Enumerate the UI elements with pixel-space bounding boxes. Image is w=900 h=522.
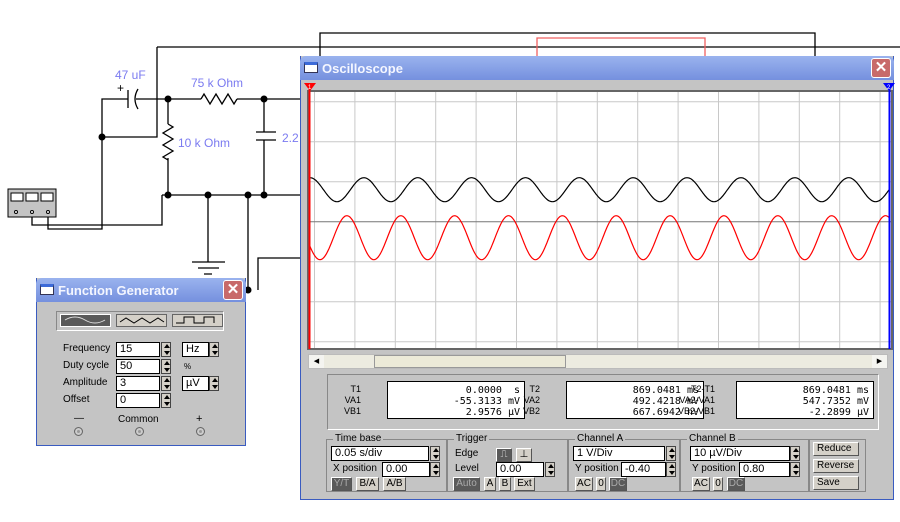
- reverse-button[interactable]: Reverse: [813, 459, 859, 473]
- square-wave-button: [172, 314, 223, 327]
- close-button[interactable]: ✕: [871, 58, 891, 78]
- readout-c3-labels: T2-T1 VA2-VA1 VB2-VB1: [675, 384, 715, 417]
- readout-value: 547.7352 mV: [802, 396, 869, 407]
- common-terminal-label: Common: [118, 414, 159, 425]
- common-terminal[interactable]: [135, 427, 144, 436]
- channel-b-dc-button[interactable]: DC: [727, 477, 745, 491]
- save-button[interactable]: Save: [813, 476, 859, 490]
- readout-label: VA1: [344, 395, 361, 405]
- channel-b-scale-spinner[interactable]: [790, 446, 800, 461]
- trigger-a-button[interactable]: A: [484, 477, 496, 491]
- duty-cycle-label: Duty cycle: [63, 360, 110, 371]
- amplitude-field[interactable]: 3: [116, 376, 160, 391]
- falling-edge-button[interactable]: ⊥: [516, 448, 532, 462]
- readout-value: 869.0481 ms: [802, 385, 869, 396]
- amplitude-label: Amplitude: [63, 377, 108, 388]
- channel-a-0-button[interactable]: 0: [596, 477, 606, 491]
- timebase-scale-field[interactable]: 0.05 s/div: [331, 446, 429, 461]
- trigger-auto-button[interactable]: Auto: [453, 477, 480, 491]
- mode-ab-button[interactable]: A/B: [383, 477, 406, 491]
- scroll-left-button[interactable]: ◀: [309, 355, 324, 368]
- channel-a-ypos-label: Y position: [575, 463, 619, 474]
- channel-a-ypos-spinner[interactable]: [666, 462, 676, 477]
- readout-c3-box: 869.0481 ms 547.7352 mV -2.2899 µV: [736, 381, 874, 419]
- positive-terminal[interactable]: [196, 427, 205, 436]
- frequency-spinner[interactable]: [161, 342, 171, 357]
- horizontal-scrollbar[interactable]: ◀ ▶: [308, 354, 888, 369]
- function-generator-titlebar[interactable]: Function Generator ✕: [36, 278, 246, 302]
- channel-b-ypos-label: Y position: [692, 463, 736, 474]
- readout-label: VA2-VA1: [679, 395, 715, 405]
- capacitor-47uf-label: 47 uF: [115, 68, 146, 82]
- channel-a-scale-spinner[interactable]: [666, 446, 676, 461]
- trigger-level-field[interactable]: 0.00: [496, 462, 544, 477]
- resistor-75k-label: 75 k Ohm: [191, 76, 244, 90]
- edge-label: Edge: [455, 448, 479, 459]
- channel-a-scale-field[interactable]: 1 V/Div: [573, 446, 665, 461]
- window-icon: [40, 284, 54, 295]
- duty-cycle-field[interactable]: 50: [116, 359, 160, 374]
- channel-b-ypos-field[interactable]: 0.80: [739, 462, 790, 477]
- readout-label: VA2: [523, 395, 540, 405]
- function-generator-symbol: [7, 188, 57, 218]
- amplitude-unit-field[interactable]: µV: [182, 376, 209, 391]
- trigger-ext-button[interactable]: Ext: [514, 477, 535, 491]
- readout-label: T1: [350, 384, 361, 394]
- window-icon: [304, 62, 318, 73]
- trigger-b-button[interactable]: B: [499, 477, 511, 491]
- frequency-field[interactable]: 15: [116, 342, 160, 357]
- capacitor-2-2-label: 2.2: [282, 131, 299, 145]
- mode-ba-button[interactable]: B/A: [356, 477, 379, 491]
- negative-terminal-label: —: [74, 413, 84, 424]
- oscilloscope-titlebar[interactable]: Oscilloscope ✕: [300, 56, 894, 80]
- positive-terminal-label: +: [196, 413, 203, 425]
- amplitude-spinner[interactable]: [161, 376, 171, 391]
- mode-yt-button[interactable]: Y/T: [331, 477, 352, 491]
- close-button[interactable]: ✕: [223, 280, 243, 300]
- readout-value: -2.2899 µV: [802, 407, 869, 418]
- offset-label: Offset: [63, 394, 90, 405]
- channel-b-ac-button[interactable]: AC: [692, 477, 710, 491]
- channel-b-ypos-spinner[interactable]: [790, 462, 800, 477]
- readout-label: VB1: [343, 406, 361, 416]
- level-label: Level: [455, 463, 479, 474]
- oscilloscope-title: Oscilloscope: [322, 60, 403, 76]
- channel-b-scale-field[interactable]: 10 µV/Div: [690, 446, 790, 461]
- svg-text:+: +: [117, 81, 124, 95]
- channel-b-0-button[interactable]: 0: [713, 477, 723, 491]
- readout-label: VB2: [522, 406, 540, 416]
- offset-spinner[interactable]: [161, 393, 171, 408]
- x-position-field[interactable]: 0.00: [382, 462, 430, 477]
- duty-unit-label: %: [184, 362, 192, 371]
- duty-cycle-spinner[interactable]: [161, 359, 171, 374]
- sine-wave-button: [60, 314, 111, 327]
- scope-screen: 1 2: [304, 83, 895, 350]
- offset-field[interactable]: 0: [116, 393, 160, 408]
- x-position-spinner[interactable]: [430, 462, 440, 477]
- timebase-spinner[interactable]: [430, 446, 440, 461]
- channel-a-ac-button[interactable]: AC: [575, 477, 593, 491]
- readout-label: VB2-VB1: [677, 406, 715, 416]
- reduce-button[interactable]: Reduce: [813, 442, 859, 456]
- frequency-unit-spinner[interactable]: [209, 342, 219, 357]
- negative-terminal[interactable]: [74, 427, 83, 436]
- amplitude-unit-spinner[interactable]: [209, 376, 219, 391]
- readout-c2-labels: T2 VA2 VB2: [500, 384, 540, 417]
- function-generator-title: Function Generator: [58, 282, 179, 298]
- frequency-label: Frequency: [63, 343, 111, 354]
- resistor-10k-label: 10 k Ohm: [178, 136, 231, 150]
- scroll-thumb[interactable]: [374, 355, 567, 368]
- trigger-level-spinner[interactable]: [545, 462, 555, 477]
- rising-edge-button[interactable]: ⎍: [496, 448, 512, 462]
- readout-label: T2-T1: [690, 384, 715, 394]
- scroll-right-button[interactable]: ▶: [872, 355, 887, 368]
- readout-label: T2: [529, 384, 540, 394]
- channel-a-ypos-field[interactable]: -0.40: [621, 462, 666, 477]
- triangle-wave-button: [116, 314, 167, 327]
- x-position-label: X position: [333, 463, 377, 474]
- channel-a-dc-button[interactable]: DC: [609, 477, 627, 491]
- readout-c1-labels: T1 VA1 VB1: [321, 384, 361, 417]
- frequency-unit-field[interactable]: Hz: [182, 342, 209, 357]
